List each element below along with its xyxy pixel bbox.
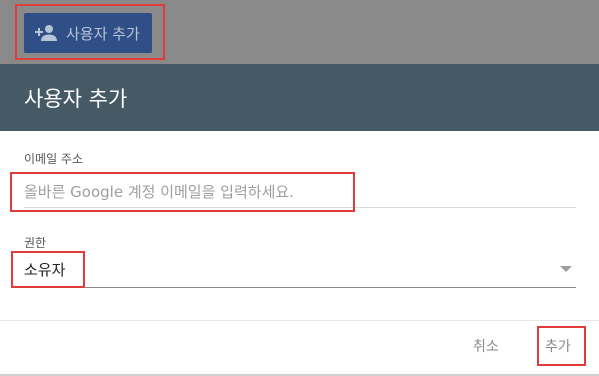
chevron-down-icon [560,266,572,272]
role-field-label: 권한 [24,236,47,250]
add-user-button-label: 사용자 추가 [66,24,140,43]
dimmed-background: 사용자 추가 [0,0,599,64]
role-select[interactable]: 소유자 [24,252,576,288]
cancel-button[interactable]: 취소 [473,336,499,356]
add-user-button[interactable]: 사용자 추가 [24,13,152,53]
email-field-label: 이메일 주소 [24,152,84,166]
person-add-icon [34,24,58,42]
footer-divider [0,320,599,321]
role-selected-value: 소유자 [24,261,66,279]
add-button[interactable]: 추가 [545,336,571,356]
email-field[interactable] [24,176,576,208]
dialog-header: 사용자 추가 [0,64,599,131]
add-user-screen: 사용자 추가 사용자 추가 이메일 주소 권한 소유자 취소 추가 [0,0,599,376]
dialog-title: 사용자 추가 [24,87,128,111]
